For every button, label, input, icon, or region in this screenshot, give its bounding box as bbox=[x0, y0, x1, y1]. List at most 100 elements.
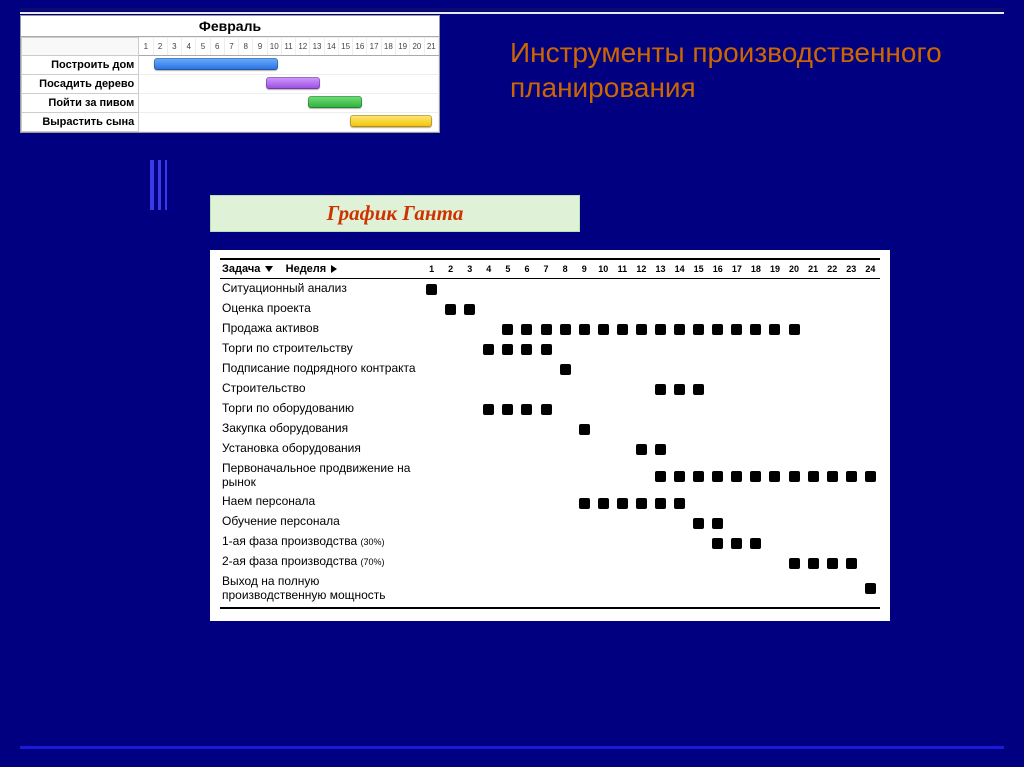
filled-marker bbox=[464, 304, 475, 315]
main-gantt-week-header: 23 bbox=[842, 259, 861, 279]
main-gantt-cell bbox=[861, 572, 880, 608]
main-gantt-cell bbox=[746, 572, 765, 608]
main-gantt-cell bbox=[842, 279, 861, 299]
mini-gantt-lane bbox=[139, 75, 439, 94]
main-gantt-task-label: 2-ая фаза производства (70%) bbox=[220, 552, 422, 572]
main-gantt-cell bbox=[632, 492, 651, 512]
main-gantt-cell bbox=[517, 419, 536, 439]
main-gantt-cell bbox=[517, 279, 536, 299]
mini-gantt-day: 1 bbox=[139, 38, 153, 56]
filled-marker bbox=[769, 324, 780, 335]
main-gantt-cell bbox=[823, 439, 842, 459]
main-gantt-cell bbox=[575, 572, 594, 608]
main-gantt-cell bbox=[785, 439, 804, 459]
main-gantt-cell bbox=[594, 379, 613, 399]
main-gantt-cell bbox=[746, 492, 765, 512]
main-gantt-cell bbox=[651, 279, 670, 299]
filled-marker bbox=[693, 324, 704, 335]
main-gantt-cell bbox=[479, 572, 498, 608]
main-gantt-week-header: 6 bbox=[517, 259, 536, 279]
main-gantt-week-header: 18 bbox=[746, 259, 765, 279]
main-gantt-cell bbox=[689, 419, 708, 439]
main-gantt-cell bbox=[785, 532, 804, 552]
main-gantt-cell bbox=[537, 379, 556, 399]
filled-marker bbox=[693, 384, 704, 395]
main-gantt-cell bbox=[498, 512, 517, 532]
main-gantt-cell bbox=[594, 459, 613, 493]
main-gantt-cell bbox=[746, 359, 765, 379]
filled-marker bbox=[789, 471, 800, 482]
main-gantt-cell bbox=[441, 319, 460, 339]
main-gantt-cell bbox=[632, 439, 651, 459]
main-gantt-cell bbox=[861, 359, 880, 379]
mini-gantt-task-label: Посадить дерево bbox=[22, 75, 139, 94]
main-gantt-cell bbox=[537, 459, 556, 493]
main-gantt-cell bbox=[746, 532, 765, 552]
main-gantt-cell bbox=[632, 419, 651, 439]
main-gantt-cell bbox=[460, 532, 479, 552]
main-gantt-cell bbox=[727, 279, 746, 299]
main-gantt-cell bbox=[517, 379, 536, 399]
main-gantt-cell bbox=[498, 419, 517, 439]
main-gantt-cell bbox=[785, 319, 804, 339]
main-gantt-cell bbox=[670, 379, 689, 399]
filled-marker bbox=[598, 498, 609, 509]
main-gantt-cell bbox=[727, 459, 746, 493]
filled-marker bbox=[712, 538, 723, 549]
main-gantt-cell bbox=[842, 319, 861, 339]
main-gantt-cell bbox=[441, 339, 460, 359]
main-gantt-cell bbox=[842, 339, 861, 359]
mini-gantt-task-label: Построить дом bbox=[22, 56, 139, 75]
main-gantt-week-header: 20 bbox=[785, 259, 804, 279]
main-gantt-cell bbox=[785, 459, 804, 493]
main-gantt-week-header: 4 bbox=[479, 259, 498, 279]
filled-marker bbox=[827, 471, 838, 482]
main-gantt-cell bbox=[861, 299, 880, 319]
main-gantt-cell bbox=[785, 492, 804, 512]
main-gantt-cell bbox=[632, 379, 651, 399]
filled-marker bbox=[598, 324, 609, 335]
divider-top bbox=[20, 8, 1004, 11]
main-gantt-cell bbox=[575, 552, 594, 572]
main-gantt-cell bbox=[861, 279, 880, 299]
main-gantt-cell bbox=[460, 439, 479, 459]
main-gantt-week-header: 19 bbox=[765, 259, 784, 279]
main-gantt-cell bbox=[498, 379, 517, 399]
filled-marker bbox=[560, 324, 571, 335]
main-gantt-cell bbox=[670, 399, 689, 419]
mini-gantt-day: 17 bbox=[367, 38, 381, 56]
main-gantt-task-label: Ситуационный анализ bbox=[220, 279, 422, 299]
main-gantt-cell bbox=[651, 439, 670, 459]
main-gantt-cell bbox=[575, 532, 594, 552]
main-gantt-cell bbox=[842, 419, 861, 439]
main-gantt-cell bbox=[422, 319, 441, 339]
main-gantt-cell bbox=[537, 532, 556, 552]
main-gantt-cell bbox=[746, 439, 765, 459]
main-gantt-cell bbox=[479, 399, 498, 419]
main-gantt-cell bbox=[727, 492, 746, 512]
main-gantt-cell bbox=[651, 572, 670, 608]
main-gantt-cell bbox=[479, 492, 498, 512]
main-gantt-cell bbox=[537, 572, 556, 608]
main-gantt-cell bbox=[689, 512, 708, 532]
main-gantt-cell bbox=[556, 359, 575, 379]
main-gantt-cell bbox=[517, 439, 536, 459]
main-gantt-cell bbox=[517, 459, 536, 493]
main-gantt-cell bbox=[746, 299, 765, 319]
main-gantt-cell bbox=[517, 399, 536, 419]
main-gantt-cell bbox=[708, 379, 727, 399]
main-gantt-cell bbox=[651, 379, 670, 399]
main-gantt-cell bbox=[689, 279, 708, 299]
main-gantt-cell bbox=[842, 532, 861, 552]
filled-marker bbox=[750, 471, 761, 482]
main-gantt-cell bbox=[708, 552, 727, 572]
filled-marker bbox=[731, 538, 742, 549]
main-gantt-cell bbox=[804, 319, 823, 339]
main-gantt-cell bbox=[537, 552, 556, 572]
main-gantt-cell bbox=[823, 532, 842, 552]
filled-marker bbox=[712, 471, 723, 482]
main-gantt-cell bbox=[422, 399, 441, 419]
filled-marker bbox=[693, 471, 704, 482]
mini-gantt-day: 16 bbox=[353, 38, 367, 56]
main-gantt-cell bbox=[594, 512, 613, 532]
